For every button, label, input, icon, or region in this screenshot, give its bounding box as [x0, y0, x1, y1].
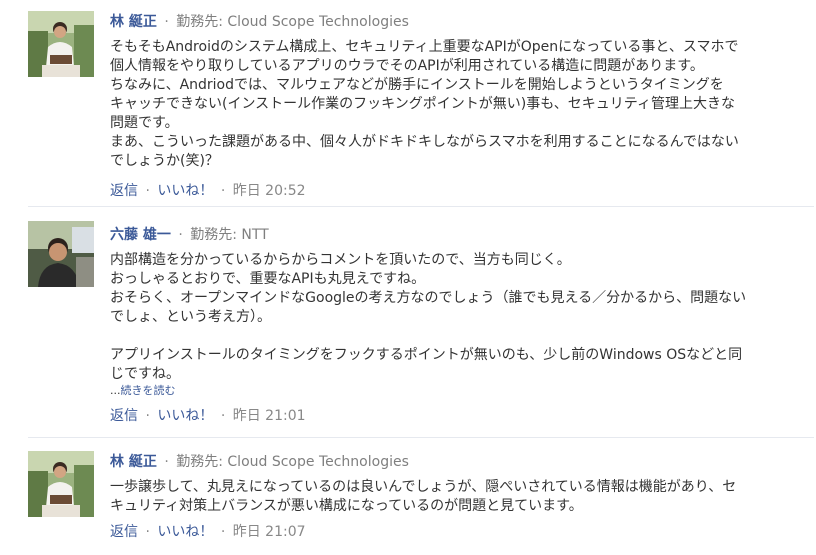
- comment-timestamp[interactable]: 昨日 21:07: [233, 524, 306, 540]
- author-name[interactable]: 六藤 雄一: [110, 227, 171, 243]
- comment-timestamp[interactable]: 昨日 20:52: [233, 183, 306, 199]
- comment-line: 一歩譲歩して、丸見えになっているのは良いんでしょうが、隠ぺいされている情報は機能…: [110, 479, 737, 495]
- separator-dot: ·: [145, 408, 150, 424]
- comment-line: 問題です。: [110, 115, 179, 131]
- comment-body: 林 綖正 · 勤務先: Cloud Scope Technologies 一歩譲…: [110, 452, 800, 542]
- comment: 林 綖正 · 勤務先: Cloud Scope Technologies 一歩譲…: [0, 440, 816, 555]
- comment-line: でしょうか(笑)？: [110, 153, 219, 169]
- comment-meta: 六藤 雄一 · 勤務先: NTT: [110, 225, 800, 245]
- comment-line: ちなみに、Andriodでは、マルウェアなどが勝手にインストールを開始しようとい…: [110, 77, 724, 93]
- comment-text: そもそもAndroidのシステム構成上、セキュリティ上重要なAPIがOpenにな…: [110, 38, 800, 171]
- separator-dot: ·: [145, 183, 150, 199]
- comment-line: おそらく、オープンマインドなGoogleの考え方なのでしょう（誰でも見える／分か…: [110, 290, 747, 306]
- read-more-ellipsis: ...: [110, 384, 121, 397]
- separator-dot: ·: [145, 524, 150, 540]
- comment-body: 林 綖正 · 勤務先: Cloud Scope Technologies そもそ…: [110, 12, 800, 201]
- read-more: ...続きを読む: [110, 383, 800, 399]
- separator-dot: ·: [178, 227, 183, 243]
- separator-dot: ·: [220, 183, 226, 199]
- author-name[interactable]: 林 綖正: [110, 14, 157, 30]
- avatar[interactable]: [28, 221, 94, 287]
- avatar[interactable]: [28, 11, 94, 77]
- comment: 六藤 雄一 · 勤務先: NTT 内部構造を分かっているからからコメントを頂いた…: [0, 210, 816, 435]
- comment-line: キュリティ対策上バランスが悪い構成になっているのが問題と見ています。: [110, 498, 583, 514]
- separator-dot: ·: [164, 14, 169, 30]
- read-more-link[interactable]: 続きを読む: [121, 384, 176, 397]
- comment-line: 個人情報をやり取りしているアプリのウラでそのAPIが利用されている構造に問題があ…: [110, 58, 704, 74]
- comment-line: おっしゃるとおりで、重要なAPIも丸見えですね。: [110, 271, 426, 287]
- comment-meta: 林 綖正 · 勤務先: Cloud Scope Technologies: [110, 12, 800, 32]
- comment-line: キャッチできない(インストール作業のフッキングポイントが無い)事も、セキュリティ…: [110, 96, 735, 112]
- reply-link[interactable]: 返信: [110, 183, 138, 199]
- like-link[interactable]: いいね！: [157, 524, 213, 540]
- comment-actions: 返信 · いいね！ · 昨日 21:07: [110, 522, 800, 542]
- comment-text: 一歩譲歩して、丸見えになっているのは良いんでしょうが、隠ぺいされている情報は機能…: [110, 478, 800, 516]
- avatar[interactable]: [28, 451, 94, 517]
- avatar-photo: [28, 451, 94, 517]
- comment-line: じですね。: [110, 366, 180, 382]
- separator-dot: ·: [164, 454, 169, 470]
- workplace-label: 勤務先:: [176, 454, 223, 470]
- workplace-label: 勤務先:: [190, 227, 237, 243]
- avatar-photo: [28, 11, 94, 77]
- comment-actions: 返信 · いいね！ · 昨日 20:52: [110, 181, 800, 201]
- comment-line: そもそもAndroidのシステム構成上、セキュリティ上重要なAPIがOpenにな…: [110, 39, 739, 55]
- comment-line: 内部構造を分かっているからからコメントを頂いたので、当方も同じく。: [110, 252, 571, 268]
- comment-blank-line: [110, 327, 800, 346]
- separator-dot: ·: [220, 524, 226, 540]
- comment-divider: [28, 206, 814, 207]
- comment-timestamp[interactable]: 昨日 21:01: [233, 408, 306, 424]
- comment-line: アプリインストールのタイミングをフックするポイントが無いのも、少し前のWindo…: [110, 347, 743, 363]
- comment-divider: [28, 437, 814, 438]
- comment-text: 内部構造を分かっているからからコメントを頂いたので、当方も同じく。 おっしゃると…: [110, 251, 800, 399]
- comment-line: まあ、こういった課題がある中、個々人がドキドキしながらスマホを利用することになる…: [110, 134, 739, 150]
- comment: 林 綖正 · 勤務先: Cloud Scope Technologies そもそ…: [0, 0, 816, 205]
- comment-line: でしょ、という考え方）。: [110, 309, 271, 325]
- author-name[interactable]: 林 綖正: [110, 454, 157, 470]
- reply-link[interactable]: 返信: [110, 408, 138, 424]
- comment-actions: 返信 · いいね！ · 昨日 21:01: [110, 406, 800, 426]
- workplace: NTT: [241, 227, 269, 243]
- comment-meta: 林 綖正 · 勤務先: Cloud Scope Technologies: [110, 452, 800, 472]
- like-link[interactable]: いいね！: [157, 408, 213, 424]
- workplace: Cloud Scope Technologies: [227, 454, 409, 470]
- separator-dot: ·: [220, 408, 226, 424]
- reply-link[interactable]: 返信: [110, 524, 138, 540]
- avatar-photo: [28, 221, 94, 287]
- workplace-label: 勤務先:: [176, 14, 223, 30]
- like-link[interactable]: いいね！: [157, 183, 213, 199]
- comment-body: 六藤 雄一 · 勤務先: NTT 内部構造を分かっているからからコメントを頂いた…: [110, 225, 800, 426]
- comment-list: 林 綖正 · 勤務先: Cloud Scope Technologies そもそ…: [0, 0, 816, 555]
- workplace: Cloud Scope Technologies: [227, 14, 409, 30]
